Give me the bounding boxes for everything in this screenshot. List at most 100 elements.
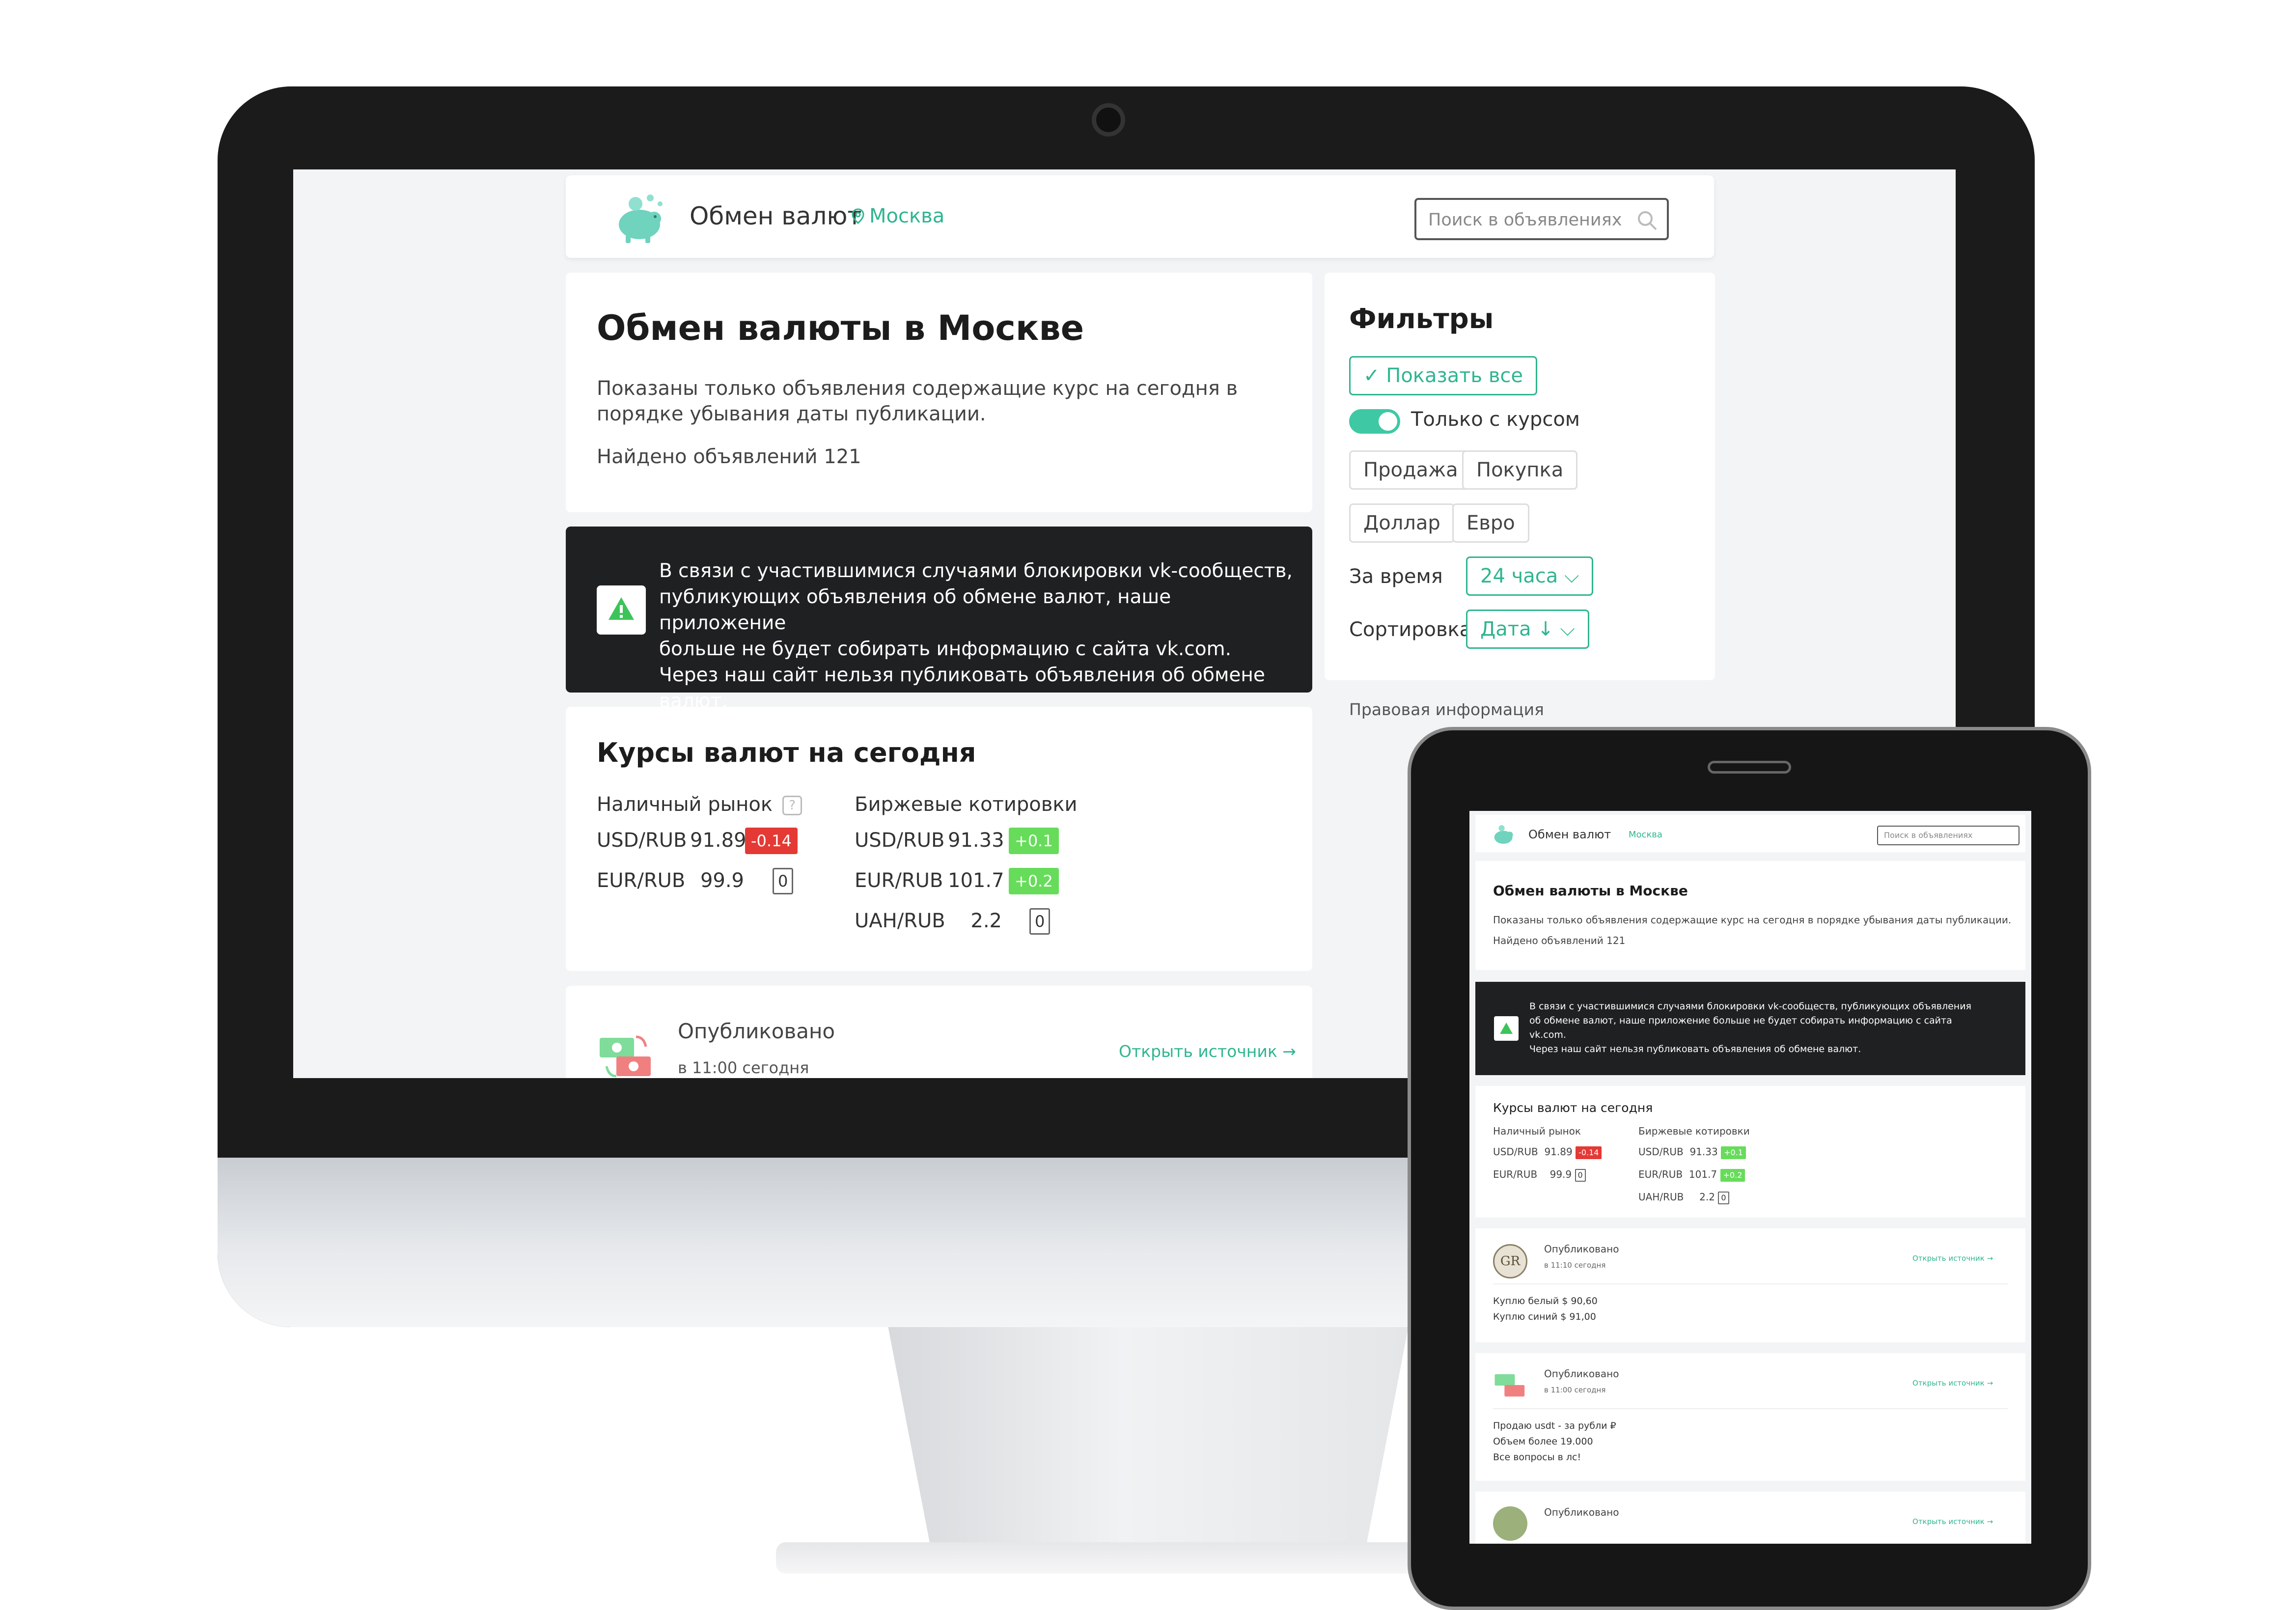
avatar: GR xyxy=(1493,1244,1527,1278)
rate-value: 101.7 xyxy=(1688,1168,1717,1180)
open-source-link[interactable]: Открыть источник → xyxy=(1912,1254,1993,1263)
app-title[interactable]: Обмен валют xyxy=(690,202,862,230)
rate-change-badge: 0 xyxy=(1718,1192,1729,1204)
rate-row-exchange-eur: EUR/RUB 101.7 +0.2 xyxy=(1638,1168,1745,1182)
rate-change-badge: -0.14 xyxy=(1576,1146,1602,1159)
only-with-rate-toggle[interactable] xyxy=(1349,409,1400,434)
rate-row-exchange-usd: USD/RUB 91.33 +0.1 xyxy=(1638,1146,1746,1159)
monitor-stand xyxy=(888,1326,1409,1542)
rate-pair: USD/RUB xyxy=(1493,1146,1538,1158)
rate-pair: EUR/RUB xyxy=(855,869,943,892)
warning-badge xyxy=(1494,1016,1519,1041)
only-with-rate-label: Только с курсом xyxy=(1411,408,1580,431)
piggy-bank-logo-icon[interactable] xyxy=(611,189,670,247)
rate-pair: UAH/RUB xyxy=(855,910,945,932)
page-title: Обмен валюты в Москве xyxy=(597,308,1084,348)
sort-select[interactable]: Дата ↓ ⌵ xyxy=(1466,610,1589,649)
rate-value: 91.33 xyxy=(1689,1146,1718,1158)
piggy-bank-logo-icon[interactable] xyxy=(1490,822,1518,847)
period-select[interactable]: 24 часа ⌵ xyxy=(1466,556,1594,596)
city-selector[interactable]: Москва xyxy=(852,205,944,227)
arrow-right-icon: → xyxy=(1282,1042,1296,1061)
divider xyxy=(1493,1408,2008,1409)
notice-line: больше не будет собирать информацию с са… xyxy=(659,638,1231,660)
site-header: Обмен валют Москва xyxy=(566,175,1714,258)
notice-text: В связи с участившимися случаями блокиро… xyxy=(1529,999,1971,1056)
help-icon[interactable]: ? xyxy=(782,796,802,815)
sell-filter-button[interactable]: Продажа xyxy=(1349,450,1472,490)
post-body: Куплю белый $ 90,60 Куплю синий $ 91,00 xyxy=(1493,1293,1598,1325)
avatar xyxy=(1493,1506,1527,1541)
page-description: Показаны только объявления содержащие ку… xyxy=(1493,914,2012,926)
post-status: Опубликовано xyxy=(1544,1368,1619,1380)
rate-change-badge: 0 xyxy=(773,868,794,894)
search-input[interactable] xyxy=(1427,208,1635,232)
post-time: в 11:00 сегодня xyxy=(1544,1386,1606,1394)
notice-line: Через наш сайт нельзя публиковать объявл… xyxy=(1529,1044,1861,1055)
chevron-down-icon: ⌵ xyxy=(1560,618,1575,640)
period-label: За время xyxy=(1349,565,1443,588)
city-name: Москва xyxy=(869,205,945,227)
rates-title: Курсы валют на сегодня xyxy=(597,737,976,768)
search-icon[interactable] xyxy=(1636,210,1658,231)
rate-pair: USD/RUB xyxy=(1638,1146,1684,1158)
listing-card[interactable]: Опубликовано в 11:00 сегодня Открыть ист… xyxy=(1475,1353,2025,1481)
rate-pair: EUR/RUB xyxy=(1638,1168,1683,1180)
dollar-filter-button[interactable]: Доллар xyxy=(1349,503,1455,543)
open-source-label: Открыть источник xyxy=(1119,1042,1277,1061)
search-input[interactable]: Поиск в объявлениях xyxy=(1877,826,2019,845)
listing-card[interactable]: GR Опубликовано в 11:10 сегодня Открыть … xyxy=(1475,1228,2025,1342)
listing-card[interactable]: Опубликовано Открыть источник → xyxy=(1475,1492,2025,1544)
rate-row-exchange-eur: EUR/RUB 101.7 +0.2 xyxy=(855,867,1061,894)
legal-info-link[interactable]: Правовая информация xyxy=(1349,700,1544,719)
post-status: Опубликовано xyxy=(1544,1506,1619,1518)
notice-text: В связи с участившимися случаями блокиро… xyxy=(659,558,1298,714)
rate-row-cash-usd: USD/RUB 91.89 -0.14 xyxy=(1493,1146,1602,1159)
rate-row-cash-eur: EUR/RUB 99.9 0 xyxy=(597,867,803,894)
sort-label: Сортировка xyxy=(1349,618,1472,641)
camera-icon xyxy=(1092,103,1125,137)
rate-row-cash-usd: USD/RUB 91.89 -0.14 xyxy=(597,827,803,854)
post-body-line: Продаю usdt - за рубли ₽ xyxy=(1493,1420,1616,1431)
warning-badge xyxy=(597,585,646,635)
filters-title: Фильтры xyxy=(1349,303,1494,335)
rate-value: 99.9 xyxy=(700,869,744,892)
tablet-device: Обмен валют Москва Поиск в объявлениях О… xyxy=(1408,727,2091,1610)
tablet-notice-banner: В связи с участившимися случаями блокиро… xyxy=(1475,982,2025,1075)
notice-line: об обмене валют, наше приложение больше … xyxy=(1529,1015,1952,1026)
money-exchange-icon xyxy=(600,1035,651,1078)
post-body-line: Все вопросы в лс! xyxy=(1493,1452,1581,1463)
results-count: Найдено объявлений 121 xyxy=(597,445,861,468)
tablet-intro-card: Обмен валюты в Москве Показаны только об… xyxy=(1475,861,2025,970)
rate-value: 91.33 xyxy=(948,829,1004,852)
cash-market-title: Наличный рынок? xyxy=(597,793,802,816)
open-source-link[interactable]: Открыть источник → xyxy=(1912,1517,1993,1526)
listing-card[interactable]: Опубликовано в 11:00 сегодня Открыть ист… xyxy=(566,986,1312,1078)
buy-filter-button[interactable]: Покупка xyxy=(1462,450,1578,490)
warning-icon xyxy=(609,597,634,620)
rate-change-badge: +0.1 xyxy=(1009,828,1059,854)
rate-change-badge: 0 xyxy=(1575,1169,1586,1182)
search-box xyxy=(1414,198,1669,240)
post-time: в 11:10 сегодня xyxy=(1544,1261,1606,1270)
rate-pair: UAH/RUB xyxy=(1638,1191,1684,1203)
post-body-line: Куплю синий $ 91,00 xyxy=(1493,1311,1596,1322)
notice-line: В связи с участившимися случаями блокиро… xyxy=(1529,1001,1971,1012)
open-source-link[interactable]: Открыть источник → xyxy=(1912,1379,1993,1388)
post-body-line: Объем более 19.000 xyxy=(1493,1436,1593,1447)
post-body: Продаю usdt - за рубли ₽ Объем более 19.… xyxy=(1493,1418,1616,1465)
open-source-link[interactable]: Открыть источник → xyxy=(1119,1042,1296,1061)
rate-change-badge: 0 xyxy=(1029,908,1051,935)
toggle-knob xyxy=(1379,412,1397,431)
rate-change-badge: +0.1 xyxy=(1721,1146,1746,1159)
euro-filter-button[interactable]: Евро xyxy=(1452,503,1529,543)
chevron-down-icon: ⌵ xyxy=(1564,565,1579,587)
page-description: Показаны только объявления содержащие ку… xyxy=(597,377,1238,425)
rate-change-badge: -0.14 xyxy=(745,828,798,854)
rates-title: Курсы валют на сегодня xyxy=(1493,1101,1653,1115)
app-title[interactable]: Обмен валют xyxy=(1528,828,1611,841)
city-name[interactable]: Москва xyxy=(1629,830,1662,840)
show-all-button[interactable]: ✓ Показать все xyxy=(1349,356,1538,395)
rate-row-exchange-uah: UAH/RUB 2.2 0 xyxy=(1638,1191,1729,1204)
cash-market-label: Наличный рынок xyxy=(1493,1125,1581,1137)
